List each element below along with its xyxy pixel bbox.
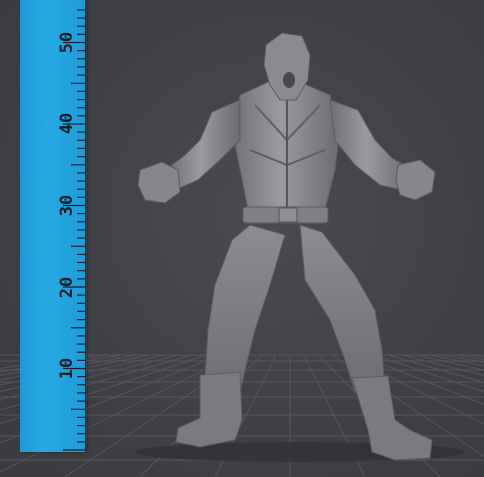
right-arm — [329, 99, 436, 201]
left-leg — [175, 224, 286, 448]
figure-model[interactable] — [0, 0, 484, 477]
belt-buckle — [278, 207, 298, 223]
left-boot — [175, 371, 243, 448]
left-fist — [137, 161, 181, 204]
right-leg — [299, 224, 433, 461]
open-mouth — [283, 72, 295, 88]
torso — [231, 81, 341, 224]
left-arm — [137, 99, 241, 204]
right-fist — [395, 159, 436, 201]
3d-viewport[interactable]: 10 20 30 40 50 — [0, 0, 484, 477]
